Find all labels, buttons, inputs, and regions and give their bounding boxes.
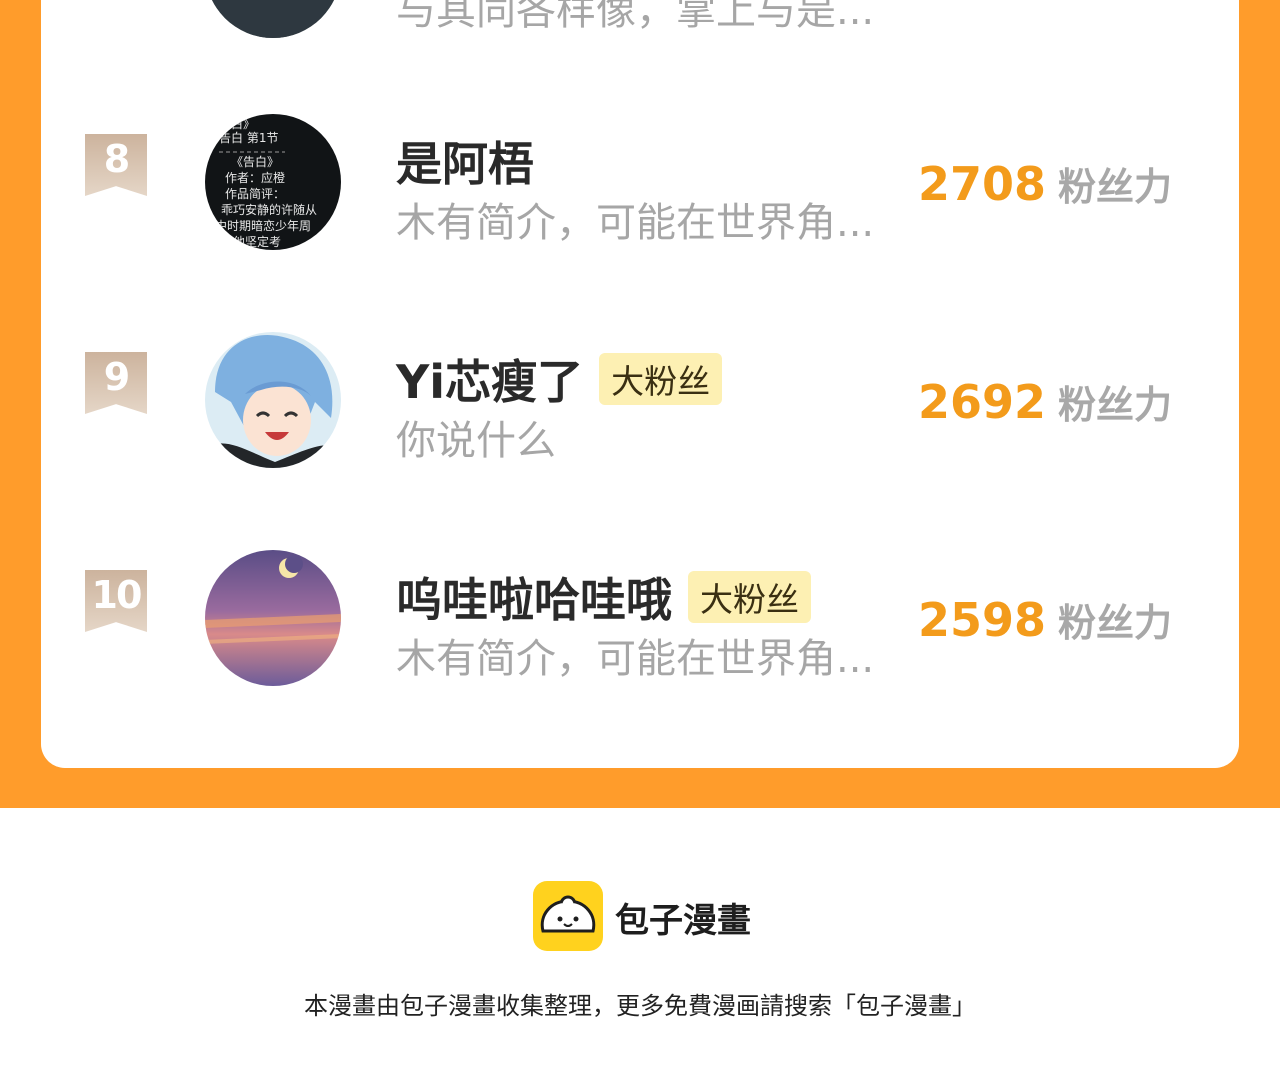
user-intro: 与其同各样像，掌上与是... [396, 0, 875, 34]
fan-power-score: 2708 粉丝力 [918, 156, 1172, 211]
ranking-row-9[interactable]: 9 Yi芯瘦了 大粉丝 你说什么 2692 粉丝力 [41, 332, 1280, 472]
avatar [205, 550, 341, 686]
avatar [205, 0, 341, 38]
big-fan-badge: 大粉丝 [688, 571, 811, 623]
app-name[interactable]: 包子漫畫 [615, 893, 751, 942]
avatar-text: 作品简评： [225, 187, 285, 201]
avatar-text: 了他坚定考 [221, 234, 281, 249]
avatar [205, 332, 341, 468]
rank-badge: 9 [85, 352, 147, 414]
score-unit: 粉丝力 [1058, 383, 1173, 427]
avatar: 告白》 告白 第1节 《告白》 作者：应橙 作品简评： 乖巧安静的许随从 中时期… [205, 114, 341, 250]
big-fan-badge: 大粉丝 [599, 353, 723, 405]
baozi-logo-icon[interactable] [533, 881, 603, 951]
footer-note: 本漫畫由包子漫畫收集整理，更多免費漫画請搜索「包子漫畫」 [304, 992, 976, 1020]
fan-power-score: 2598 粉丝力 [918, 592, 1172, 647]
ranking-row-8[interactable]: 8 告白》 告白 第1节 《告白》 作者：应橙 作品简评： 乖巧安静的许随从 中… [41, 114, 1280, 254]
rank-badge: 8 [85, 134, 147, 196]
ranking-row-10[interactable]: 10 呜哇啦哈哇哦 大粉丝 木有简介，可能在世界角... 2598 粉丝力 [41, 550, 1280, 690]
avatar-text: 乖巧安静的许随从 [221, 202, 317, 217]
user-name[interactable]: 呜哇啦哈哇哦 [396, 564, 672, 630]
rank-badge: 10 [85, 570, 147, 632]
ranking-card: 与其同各样像，掌上与是... 8 告白》 告白 第1节 《告白》 作者：应橙 作… [41, 0, 1239, 768]
avatar-text: 《告白》 [231, 154, 279, 169]
user-name[interactable]: Yi芯瘦了 [396, 346, 583, 412]
avatar-text: 中时期暗恋少年周 [215, 218, 311, 233]
score-unit: 粉丝力 [1058, 165, 1173, 209]
user-intro: 你说什么 [396, 418, 556, 464]
score-value: 2708 [918, 157, 1047, 211]
user-name[interactable]: 是阿梧 [396, 128, 534, 194]
avatar-text: 告白》 [219, 116, 255, 131]
user-intro: 木有简介，可能在世界角... [396, 636, 875, 682]
score-value: 2598 [918, 593, 1047, 647]
score-value: 2692 [918, 375, 1047, 429]
user-intro: 木有简介，可能在世界角... [396, 200, 875, 246]
avatar-text: 作者：应橙 [225, 170, 285, 185]
score-unit: 粉丝力 [1058, 601, 1173, 645]
fan-power-score: 2692 粉丝力 [918, 374, 1172, 429]
avatar-text: 告白 第1节 [219, 130, 278, 145]
ranking-row-7[interactable]: 与其同各样像，掌上与是... [41, 0, 1280, 42]
